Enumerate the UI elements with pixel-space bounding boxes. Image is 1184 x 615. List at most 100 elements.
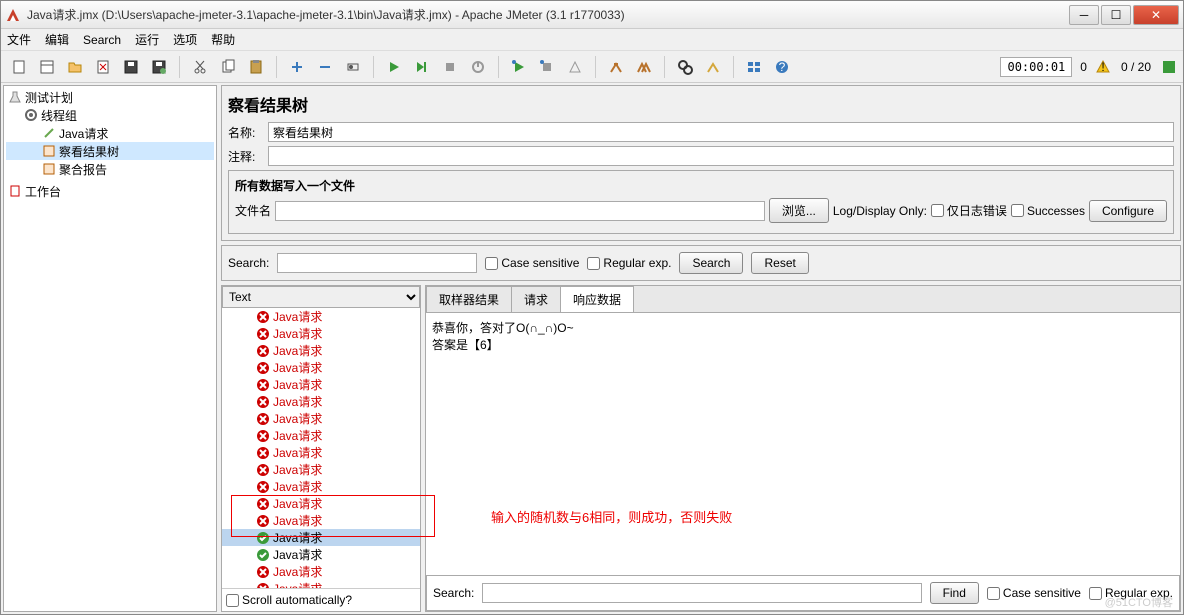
menu-edit[interactable]: 编辑 — [45, 31, 69, 48]
cut-icon[interactable] — [188, 55, 212, 79]
warning-icon: ! — [1095, 59, 1111, 75]
function-icon[interactable] — [742, 55, 766, 79]
errors-only-checkbox[interactable]: 仅日志错误 — [931, 202, 1007, 219]
result-item[interactable]: Java请求 — [222, 563, 420, 580]
new-icon[interactable] — [7, 55, 31, 79]
result-item[interactable]: Java请求 — [222, 580, 420, 588]
scroll-auto-checkbox[interactable]: Scroll automatically? — [226, 593, 352, 607]
comment-label: 注释: — [228, 148, 264, 165]
result-item[interactable]: Java请求 — [222, 478, 420, 495]
error-icon — [256, 395, 270, 409]
result-item-label: Java请求 — [273, 427, 322, 444]
response-line-1: 恭喜你，答对了O(∩_∩)O~ — [432, 319, 1174, 336]
paste-icon[interactable] — [244, 55, 268, 79]
listener-panel: 察看结果树 名称: 注释: 所有数据写入一个文件 文件名 浏览... Log/D… — [221, 85, 1181, 241]
search-tb-icon[interactable] — [673, 55, 697, 79]
clear-all-icon[interactable] — [632, 55, 656, 79]
filename-input[interactable] — [275, 201, 765, 221]
window-title: Java请求.jmx (D:\Users\apache-jmeter-3.1\a… — [27, 6, 1069, 23]
name-input[interactable] — [268, 122, 1174, 142]
tab-response-data[interactable]: 响应数据 — [560, 286, 634, 312]
start-icon[interactable] — [382, 55, 406, 79]
success-icon — [256, 548, 270, 562]
result-item[interactable]: Java请求 — [222, 427, 420, 444]
maximize-button[interactable]: ☐ — [1101, 5, 1131, 25]
renderer-select[interactable]: Text — [222, 286, 420, 308]
menu-help[interactable]: 帮助 — [211, 31, 235, 48]
copy-icon[interactable] — [216, 55, 240, 79]
stop-icon[interactable] — [438, 55, 462, 79]
menu-search[interactable]: Search — [83, 33, 121, 47]
shutdown-icon[interactable] — [466, 55, 490, 79]
result-item[interactable]: Java请求 — [222, 461, 420, 478]
response-pane: 取样器结果 请求 响应数据 恭喜你，答对了O(∩_∩)O~ 答案是【6】 Sea… — [425, 285, 1181, 612]
remote-stop-icon[interactable] — [535, 55, 559, 79]
templates-icon[interactable] — [35, 55, 59, 79]
result-item-label: Java请求 — [273, 546, 322, 563]
tree-test-plan[interactable]: 测试计划 — [6, 88, 214, 106]
result-item[interactable]: Java请求 — [222, 342, 420, 359]
bottom-case-checkbox[interactable]: Case sensitive — [987, 586, 1081, 600]
close-button[interactable]: ✕ — [1133, 5, 1179, 25]
close-file-icon[interactable] — [91, 55, 115, 79]
collapse-icon[interactable] — [313, 55, 337, 79]
expand-icon[interactable] — [285, 55, 309, 79]
result-item-label: Java请求 — [273, 342, 322, 359]
menu-run[interactable]: 运行 — [135, 31, 159, 48]
search-button[interactable]: Search — [679, 252, 743, 274]
start-no-timer-icon[interactable] — [410, 55, 434, 79]
help-tb-icon[interactable]: ? — [770, 55, 794, 79]
search-input[interactable] — [277, 253, 477, 273]
flask-icon — [8, 90, 22, 104]
result-item-label: Java请求 — [273, 461, 322, 478]
result-item[interactable]: Java请求 — [222, 546, 420, 563]
comment-input[interactable] — [268, 146, 1174, 166]
result-item[interactable]: Java请求 — [222, 444, 420, 461]
annotation-text: 输入的随机数与6相同，则成功，否则失败 — [491, 507, 732, 526]
find-button[interactable]: Find — [930, 582, 979, 604]
tree-java-request[interactable]: Java请求 — [6, 124, 214, 142]
result-item[interactable]: Java请求 — [222, 325, 420, 342]
minimize-button[interactable]: ─ — [1069, 5, 1099, 25]
save-as-icon[interactable] — [147, 55, 171, 79]
error-icon — [256, 344, 270, 358]
panel-title: 察看结果树 — [228, 92, 1174, 116]
error-icon — [256, 361, 270, 375]
remote-shutdown-icon[interactable] — [563, 55, 587, 79]
browse-button[interactable]: 浏览... — [769, 198, 829, 223]
case-sensitive-checkbox[interactable]: Case sensitive — [485, 256, 579, 270]
svg-text:?: ? — [779, 60, 786, 74]
menu-file[interactable]: 文件 — [7, 31, 31, 48]
menu-options[interactable]: 选项 — [173, 31, 197, 48]
tab-request[interactable]: 请求 — [511, 286, 561, 312]
jmeter-icon — [5, 7, 21, 23]
bottom-search-input[interactable] — [482, 583, 921, 603]
result-item[interactable]: Java请求 — [222, 410, 420, 427]
tree-aggregate-report[interactable]: 聚合报告 — [6, 160, 214, 178]
tree-view-results[interactable]: 察看结果树 — [6, 142, 214, 160]
response-line-2: 答案是【6】 — [432, 336, 1174, 353]
reset-button[interactable]: Reset — [751, 252, 808, 274]
toggle-icon[interactable] — [341, 55, 365, 79]
tree-workbench[interactable]: 工作台 — [6, 182, 214, 200]
tree-thread-group[interactable]: 线程组 — [6, 106, 214, 124]
elapsed-timer: 00:00:01 — [1000, 57, 1072, 77]
result-item[interactable]: Java请求 — [222, 359, 420, 376]
successes-checkbox[interactable]: Successes — [1011, 204, 1085, 218]
result-item[interactable]: Java请求 — [222, 393, 420, 410]
test-plan-tree[interactable]: 测试计划 线程组 Java请求 察看结果树 聚合报告 工作台 — [3, 85, 217, 612]
reset-search-icon[interactable] — [701, 55, 725, 79]
error-icon — [256, 378, 270, 392]
remote-start-icon[interactable] — [507, 55, 531, 79]
configure-button[interactable]: Configure — [1089, 200, 1167, 222]
result-item[interactable]: Java请求 — [222, 376, 420, 393]
save-icon[interactable] — [119, 55, 143, 79]
tab-sampler-result[interactable]: 取样器结果 — [426, 286, 512, 312]
results-list[interactable]: Java请求Java请求Java请求Java请求Java请求Java请求Java… — [222, 308, 420, 588]
result-item[interactable]: Java请求 — [222, 308, 420, 325]
response-body[interactable]: 恭喜你，答对了O(∩_∩)O~ 答案是【6】 — [426, 313, 1180, 573]
clear-icon[interactable] — [604, 55, 628, 79]
open-icon[interactable] — [63, 55, 87, 79]
toolbar: ? 00:00:01 0 ! 0 / 20 — [1, 51, 1183, 83]
regex-checkbox[interactable]: Regular exp. — [587, 256, 671, 270]
